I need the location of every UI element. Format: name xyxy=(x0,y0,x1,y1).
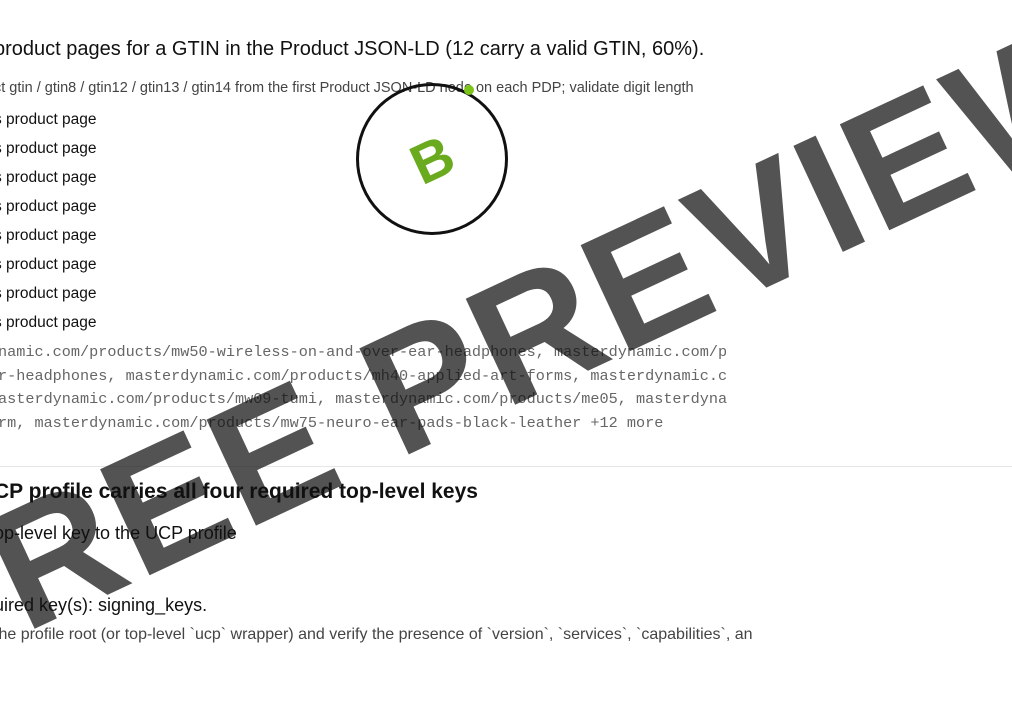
gtin-failing-pages-list: s product page s product page s product … xyxy=(0,107,97,339)
url-line: r-headphones, masterdynamic.com/products… xyxy=(0,366,728,385)
affected-urls: namic.com/products/mw50-wireless-on-and-… xyxy=(0,341,727,435)
grade-badge: B xyxy=(356,83,508,235)
gtin-check-description: ct gtin / gtin8 / gtin12 / gtin13 / gtin… xyxy=(0,80,694,96)
list-item: s product page xyxy=(0,169,97,186)
ucp-check-title: CP profile carries all four required top… xyxy=(0,480,478,503)
list-item: s product page xyxy=(0,285,97,302)
list-item: s product page xyxy=(0,227,97,244)
list-item: s product page xyxy=(0,256,97,273)
badge-dot-icon xyxy=(464,85,474,95)
gtin-check-title: product pages for a GTIN in the Product … xyxy=(0,38,705,60)
url-line: namic.com/products/mw50-wireless-on-and-… xyxy=(0,343,728,361)
list-item: s product page xyxy=(0,314,97,331)
grade-letter: B xyxy=(400,121,464,197)
ucp-check-detail: uired key(s): signing_keys. xyxy=(0,595,208,615)
list-item: s product page xyxy=(0,140,97,157)
section-divider xyxy=(0,466,1012,467)
list-item: s product page xyxy=(0,198,97,215)
ucp-check-fix: op-level key to the UCP profile xyxy=(0,523,237,543)
ucp-check-note: the profile root (or top-level `ucp` wra… xyxy=(0,626,753,643)
url-line: asterdynamic.com/products/mw09-tumi, mas… xyxy=(0,390,728,408)
url-line: rm, masterdynamic.com/products/mw75-neur… xyxy=(0,413,664,432)
list-item: s product page xyxy=(0,111,97,128)
